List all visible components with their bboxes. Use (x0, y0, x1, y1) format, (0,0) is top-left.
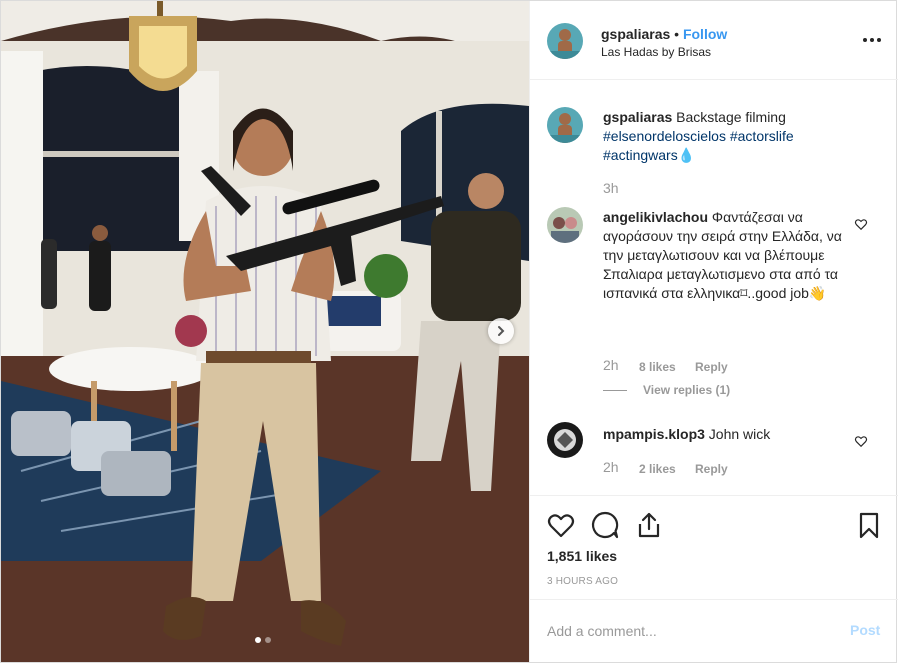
comment-like-heart-icon[interactable] (854, 434, 868, 448)
add-comment-bar: Post (530, 599, 898, 662)
caption-avatar[interactable] (547, 107, 583, 143)
comments-list[interactable]: gspaliaras Backstage filming #elsenordel… (530, 81, 898, 494)
posted-time[interactable]: 3 HOURS AGO (547, 576, 618, 587)
post-photo-image (1, 1, 529, 662)
comment-input[interactable] (547, 620, 827, 642)
avatar[interactable] (547, 23, 583, 59)
divider-line (603, 390, 627, 392)
post-actions: 1,851 likes 3 HOURS AGO (530, 495, 898, 599)
comment-avatar[interactable] (547, 422, 583, 458)
view-replies-button[interactable]: View replies (1) (603, 383, 730, 397)
comment-body: mpampis.klop3 John wick (603, 425, 848, 444)
comment-bubble-icon[interactable] (590, 510, 620, 540)
carousel-indicator (255, 637, 271, 643)
likes-count[interactable]: 1,851 likes (547, 548, 617, 564)
header-user-line: gspaliaras • Follow (601, 26, 727, 42)
more-options-icon[interactable] (860, 33, 884, 47)
reply-button[interactable]: Reply (695, 360, 728, 374)
header-username[interactable]: gspaliaras (601, 26, 670, 42)
carousel-next-button[interactable] (488, 318, 514, 344)
caption-time: 3h (603, 180, 619, 196)
comment-time: 2h (603, 459, 619, 475)
comment-avatar[interactable] (547, 207, 583, 243)
comment-text: John wick (704, 426, 771, 442)
caption: gspaliaras Backstage filming #elsenordel… (603, 108, 858, 165)
comment-username[interactable]: angelikivlachou (603, 209, 708, 225)
header-separator: • (674, 26, 680, 42)
follow-button[interactable]: Follow (683, 26, 727, 42)
comment-likes[interactable]: 8 likes (639, 360, 676, 374)
avatar-image (547, 422, 583, 458)
comment-likes[interactable]: 2 likes (639, 462, 676, 476)
comment-username[interactable]: mpampis.klop3 (603, 426, 705, 442)
comment-time: 2h (603, 357, 619, 373)
reply-button[interactable]: Reply (695, 462, 728, 476)
avatar-image (547, 107, 583, 143)
chevron-right-icon (498, 326, 505, 336)
hashtag[interactable]: #actingwars (603, 147, 678, 163)
post-header: gspaliaras • Follow Las Hadas by Brisas (530, 1, 898, 80)
hashtag[interactable]: #actorslife (730, 128, 794, 144)
location-link[interactable]: Las Hadas by Brisas (601, 45, 711, 59)
avatar-image (547, 23, 583, 59)
post-side-panel: gspaliaras • Follow Las Hadas by Brisas (529, 1, 898, 662)
caption-username[interactable]: gspaliaras (603, 109, 672, 125)
caption-body: Backstage filming (672, 109, 786, 125)
caption-emoji: 💧 (677, 147, 696, 163)
bookmark-icon[interactable] (854, 510, 884, 540)
share-icon[interactable] (634, 510, 664, 540)
carousel-dot-active (255, 637, 261, 643)
post-comment-button[interactable]: Post (850, 622, 880, 638)
hashtag[interactable]: #elsenordeloscielos (603, 128, 726, 144)
view-replies-label: View replies (1) (643, 383, 731, 397)
avatar-image (547, 207, 583, 243)
comment-body: angelikivlachou Φαντάζεσαι να αγοράσουν … (603, 208, 848, 303)
like-heart-icon[interactable] (546, 510, 576, 540)
instagram-post: gspaliaras • Follow Las Hadas by Brisas (0, 0, 898, 663)
post-photo[interactable] (1, 1, 529, 662)
comment-like-heart-icon[interactable] (854, 217, 868, 231)
carousel-dot (265, 637, 271, 643)
